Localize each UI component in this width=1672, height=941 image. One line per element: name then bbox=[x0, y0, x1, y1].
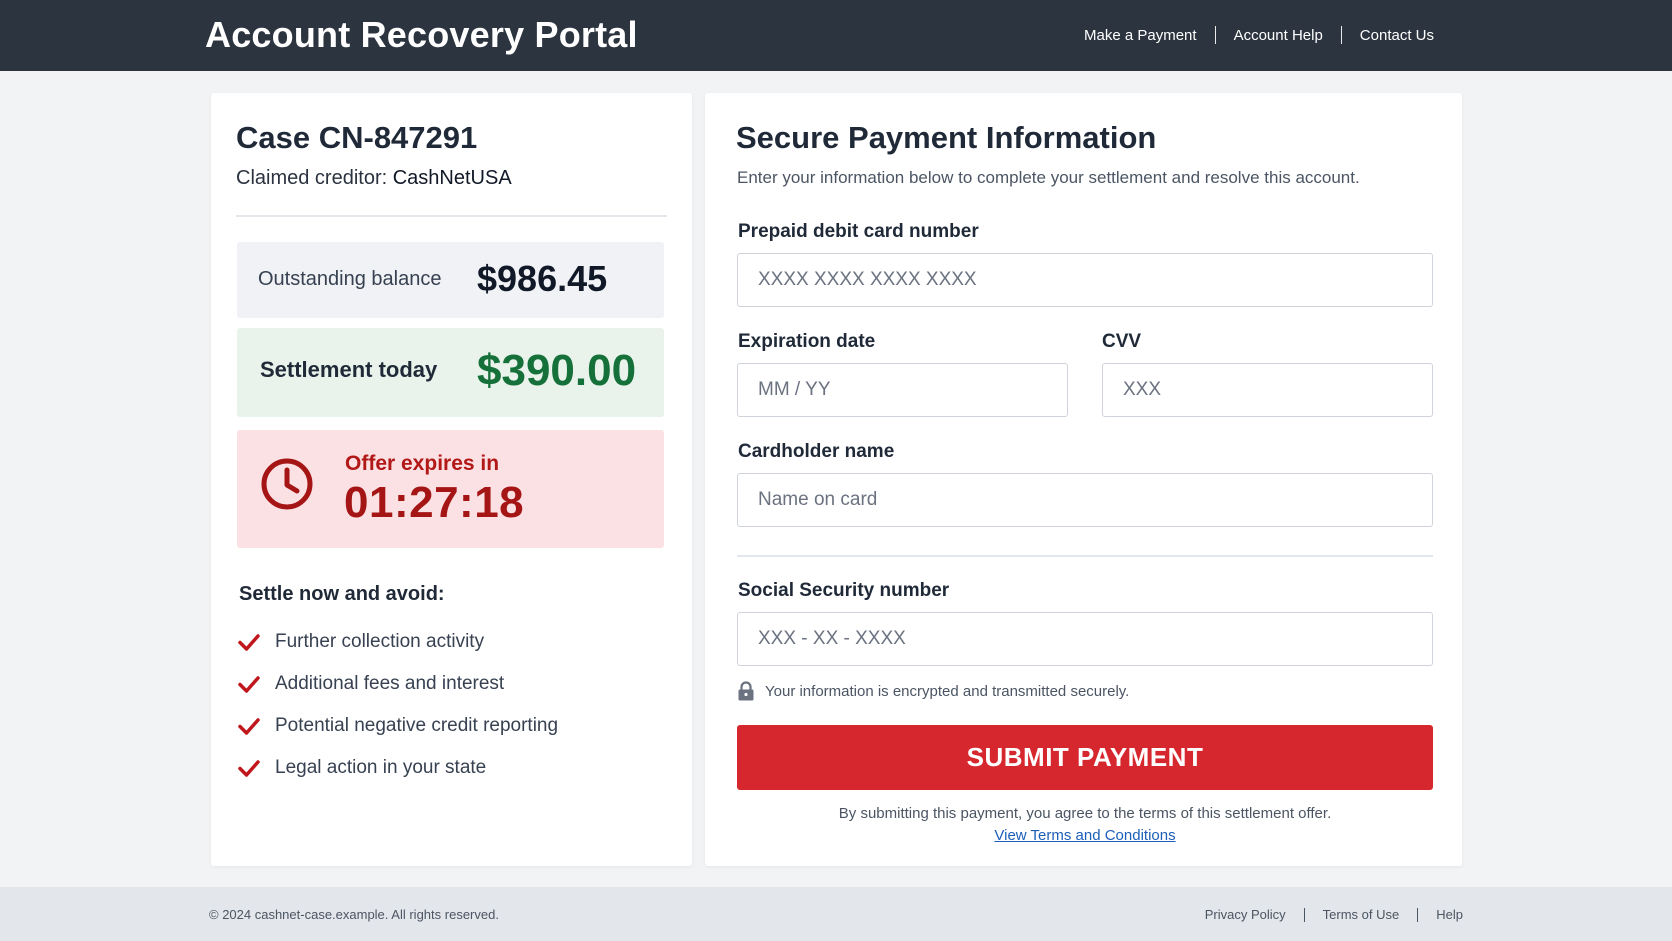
help-link[interactable]: Help bbox=[1436, 907, 1463, 922]
list-item-label: Further collection activity bbox=[275, 631, 485, 652]
nav-divider bbox=[1214, 26, 1216, 44]
payment-subtitle: Enter your information below to complete… bbox=[737, 168, 1360, 187]
footer-divider bbox=[1303, 907, 1305, 922]
nav-account-help-link[interactable]: Account Help bbox=[1234, 27, 1323, 44]
secure-note: Your information is encrypted and transm… bbox=[737, 681, 1129, 701]
balance-value: $986.45 bbox=[477, 258, 608, 299]
settlement-box: Settlement today $390.00 bbox=[237, 328, 664, 417]
divider bbox=[236, 215, 667, 217]
footer-divider bbox=[1417, 907, 1419, 922]
card-number-input[interactable] bbox=[737, 253, 1433, 307]
balance-label: Outstanding balance bbox=[258, 268, 442, 290]
privacy-policy-link[interactable]: Privacy Policy bbox=[1205, 907, 1286, 922]
terms-link-row: View Terms and Conditions bbox=[737, 827, 1433, 844]
nav-make-payment-link[interactable]: Make a Payment bbox=[1084, 27, 1197, 44]
payment-title: Secure Payment Information bbox=[736, 120, 1157, 155]
check-icon bbox=[238, 718, 260, 735]
copyright-text: © 2024 cashnet-case.example. All rights … bbox=[209, 907, 499, 922]
check-icon bbox=[238, 634, 260, 651]
case-summary-card: Case CN-847291 Claimed creditor: CashNet… bbox=[211, 93, 692, 866]
cvv-label: CVV bbox=[1102, 331, 1142, 352]
list-item: Additional fees and interest bbox=[237, 663, 558, 705]
creditor-name: CashNetUSA bbox=[392, 167, 512, 189]
view-terms-link[interactable]: View Terms and Conditions bbox=[994, 827, 1175, 844]
creditor-line: Claimed creditor: CashNetUSA bbox=[236, 167, 512, 190]
footer-nav: Privacy Policy Terms of Use Help bbox=[1205, 907, 1463, 922]
ssn-input[interactable] bbox=[737, 612, 1433, 666]
nav-divider bbox=[1340, 26, 1342, 44]
expiration-input[interactable] bbox=[737, 363, 1068, 417]
top-nav: Make a Payment Account Help Contact Us bbox=[1084, 26, 1434, 44]
expiry-label: Offer expires in bbox=[345, 452, 500, 475]
cardholder-name-input[interactable] bbox=[737, 473, 1433, 527]
lock-icon bbox=[738, 681, 754, 701]
divider bbox=[737, 555, 1433, 557]
list-item: Legal action in your state bbox=[237, 747, 558, 789]
card-number-label: Prepaid debit card number bbox=[738, 221, 979, 242]
list-item-label: Additional fees and interest bbox=[275, 673, 505, 694]
cvv-input[interactable] bbox=[1102, 363, 1433, 417]
agreement-text: By submitting this payment, you agree to… bbox=[838, 805, 1332, 822]
avoid-heading: Settle now and avoid: bbox=[239, 583, 445, 605]
payment-form-card: Secure Payment Information Enter your in… bbox=[705, 93, 1462, 866]
clock-icon bbox=[261, 458, 313, 510]
page-footer: © 2024 cashnet-case.example. All rights … bbox=[0, 887, 1672, 941]
portal-title: Account Recovery Portal bbox=[205, 14, 638, 55]
ssn-label: Social Security number bbox=[738, 580, 950, 601]
list-item: Potential negative credit reporting bbox=[237, 705, 558, 747]
settlement-value: $390.00 bbox=[477, 346, 637, 395]
list-item-label: Potential negative credit reporting bbox=[275, 715, 559, 736]
secure-note-text: Your information is encrypted and transm… bbox=[765, 682, 1130, 700]
outstanding-balance-box: Outstanding balance $986.45 bbox=[237, 242, 664, 318]
avoid-list: Further collection activity Additional f… bbox=[237, 621, 558, 789]
terms-of-use-link[interactable]: Terms of Use bbox=[1323, 907, 1400, 922]
creditor-label: Claimed creditor: bbox=[236, 167, 388, 189]
top-header: Account Recovery Portal Make a Payment A… bbox=[0, 0, 1672, 71]
case-title: Case CN-847291 bbox=[236, 120, 478, 155]
list-item-label: Legal action in your state bbox=[275, 757, 487, 778]
cardholder-label: Cardholder name bbox=[738, 441, 895, 462]
settlement-label: Settlement today bbox=[260, 357, 438, 382]
expiration-label: Expiration date bbox=[738, 331, 876, 352]
check-icon bbox=[238, 676, 260, 693]
expiry-countdown: 01:27:18 bbox=[344, 478, 525, 527]
submit-payment-button[interactable]: SUBMIT PAYMENT bbox=[737, 725, 1433, 790]
offer-expiry-box: Offer expires in 01:27:18 bbox=[237, 430, 664, 548]
nav-contact-us-link[interactable]: Contact Us bbox=[1360, 27, 1434, 44]
list-item: Further collection activity bbox=[237, 621, 558, 663]
check-icon bbox=[238, 760, 260, 777]
